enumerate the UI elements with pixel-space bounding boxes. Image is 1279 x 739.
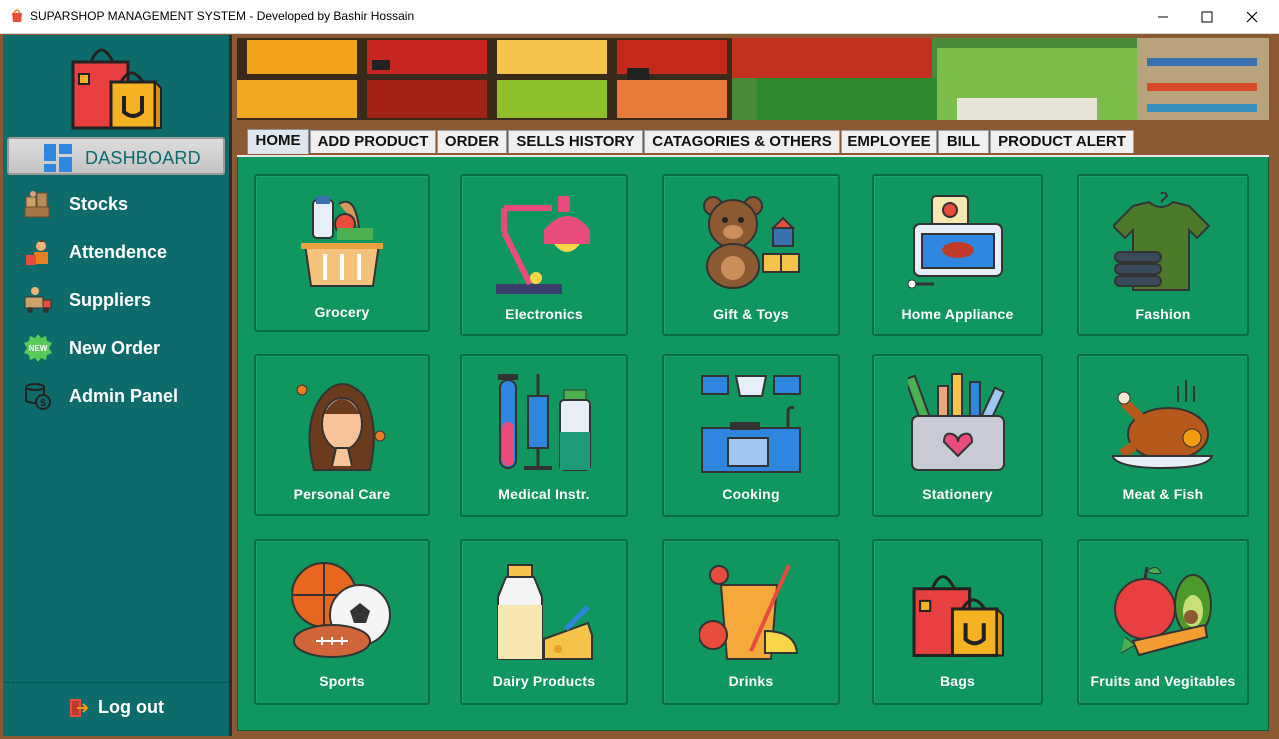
window-title: SUPARSHOP MANAGEMENT SYSTEM - Developed … <box>30 9 415 23</box>
dashboard-icon <box>44 144 72 172</box>
kitchen-icon <box>701 375 801 473</box>
category-tile-gift-toys[interactable]: Gift & Toys <box>662 174 840 336</box>
sidebar-item-suppliers[interactable]: Suppliers <box>3 281 229 321</box>
sidebar: DASHBOARD Stocks Attendence Suppliers NE… <box>3 35 229 736</box>
new-order-icon: NEW <box>24 334 52 362</box>
category-tile-fashion[interactable]: Fashion <box>1077 174 1249 336</box>
shirt-icon <box>1113 192 1211 291</box>
category-label: Gift & Toys <box>713 306 789 322</box>
minimize-icon <box>1158 16 1168 17</box>
close-icon <box>1246 11 1258 22</box>
grocery-basket-icon <box>301 196 383 287</box>
category-tile-meat-fish[interactable]: Meat & Fish <box>1077 354 1249 517</box>
tab-order[interactable]: ORDER <box>437 130 507 153</box>
category-tile-sports[interactable]: Sports <box>254 539 430 705</box>
category-tile-dairy-products[interactable]: Dairy Products <box>460 539 628 705</box>
tab-add-product[interactable]: ADD PRODUCT <box>310 130 436 153</box>
category-label: Cooking <box>722 486 780 502</box>
logout-divider <box>3 682 229 683</box>
medical-vials-icon <box>498 374 591 471</box>
app-icon <box>12 9 22 22</box>
category-tile-stationery[interactable]: Stationery <box>872 354 1043 517</box>
produce-banner-image <box>237 38 1269 120</box>
category-tile-drinks[interactable]: Drinks <box>662 539 840 705</box>
category-tile-fruits-vegitables[interactable]: Fruits and Vegitables <box>1077 539 1249 705</box>
attendence-icon <box>26 240 48 265</box>
sidebar-item-label: Attendence <box>69 242 168 262</box>
category-label: Grocery <box>314 304 370 320</box>
milk-cheese-icon <box>497 564 593 660</box>
pencil-holder-icon <box>907 373 1005 471</box>
tab-sells-history[interactable]: SELLS HISTORY <box>508 130 643 153</box>
logout-button[interactable]: Log out <box>63 693 213 723</box>
sidebar-item-label: Admin Panel <box>69 386 179 406</box>
sidebar-item-attendence[interactable]: Attendence <box>3 233 229 273</box>
category-tile-electronics[interactable]: Electronics <box>460 174 628 336</box>
logout-icon <box>70 699 89 717</box>
juice-glass-icon <box>699 564 799 660</box>
sidebar-item-stocks[interactable]: Stocks <box>3 185 229 225</box>
tab-bill[interactable]: BILL <box>938 130 989 153</box>
stocks-icon <box>24 191 50 218</box>
category-label: Meat & Fish <box>1122 486 1204 502</box>
category-tile-medical-instr[interactable]: Medical Instr. <box>460 354 628 517</box>
roast-chicken-icon <box>1112 380 1214 470</box>
category-tile-grocery[interactable]: Grocery <box>254 174 430 332</box>
category-label: Bags <box>939 673 976 689</box>
category-label: Electronics <box>505 306 583 322</box>
sidebar-item-label: New Order <box>69 338 161 358</box>
category-tile-cooking[interactable]: Cooking <box>662 354 840 517</box>
tab-home[interactable]: HOME <box>247 129 309 154</box>
maximize-button[interactable] <box>1184 0 1230 33</box>
sidebar-item-label: Stocks <box>69 194 129 214</box>
sports-balls-icon <box>291 562 391 658</box>
svg-text:$: $ <box>40 398 46 409</box>
logout-label: Log out <box>98 697 164 717</box>
desk-lamp-icon <box>496 196 590 294</box>
admin-panel-icon: $ <box>25 383 51 410</box>
panel-top-border <box>237 155 1269 157</box>
teddy-bear-icon <box>703 196 800 289</box>
shopping-bags-icon <box>912 575 1004 657</box>
tab-bar: HOME ADD PRODUCT ORDER SELLS HISTORY CAT… <box>237 126 1269 156</box>
category-label: Sports <box>319 673 365 689</box>
svg-text:NEW: NEW <box>29 344 48 353</box>
category-label: Drinks <box>728 673 774 689</box>
minimize-button[interactable] <box>1140 0 1186 33</box>
category-tile-personal-care[interactable]: Personal Care <box>254 354 430 516</box>
sidebar-item-label: Suppliers <box>69 290 152 310</box>
category-label: Fruits and Vegitables <box>1090 673 1236 689</box>
category-label: Fashion <box>1135 306 1191 322</box>
sidebar-item-admin-panel[interactable]: $ Admin Panel <box>3 377 229 417</box>
tab-employee[interactable]: EMPLOYEE <box>841 130 937 153</box>
dashboard-label: DASHBOARD <box>85 148 201 168</box>
woman-face-icon <box>296 383 386 471</box>
tab-product-alert[interactable]: PRODUCT ALERT <box>990 130 1134 153</box>
category-label: Personal Care <box>293 486 391 502</box>
tab-catagories-others[interactable]: CATAGORIES & OTHERS <box>644 130 840 153</box>
toaster-oven-icon <box>907 195 1003 289</box>
close-button[interactable] <box>1229 0 1275 33</box>
category-tile-bags[interactable]: Bags <box>872 539 1043 705</box>
fruits-vegetables-icon <box>1114 566 1212 657</box>
category-label: Medical Instr. <box>498 486 590 502</box>
category-label: Home Appliance <box>901 306 1014 322</box>
title-bar: SUPARSHOP MANAGEMENT SYSTEM - Developed … <box>0 0 1279 34</box>
sidebar-item-new-order[interactable]: NEW New Order <box>3 329 229 369</box>
category-label: Dairy Products <box>492 673 596 689</box>
maximize-icon <box>1201 11 1213 22</box>
suppliers-icon <box>24 287 52 313</box>
category-label: Stationery <box>922 486 993 502</box>
dashboard-button[interactable]: DASHBOARD <box>7 137 225 175</box>
shopping-bag-logo <box>71 48 162 130</box>
category-tile-home-appliance[interactable]: Home Appliance <box>872 174 1043 336</box>
sidebar-divider <box>229 35 232 736</box>
